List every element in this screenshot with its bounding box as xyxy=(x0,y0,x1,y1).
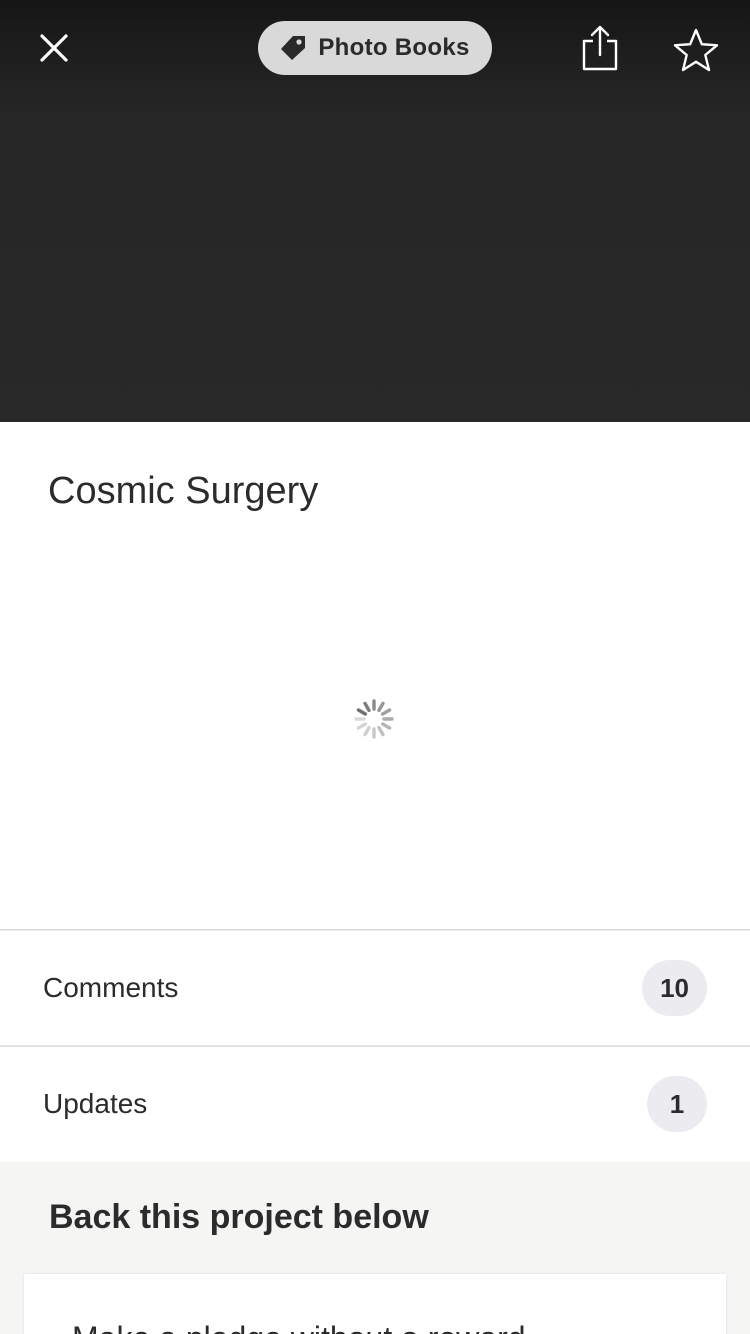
category-label: Photo Books xyxy=(318,34,470,61)
project-page: Photo Books Cosmic Surgery Comments 10 U… xyxy=(0,0,750,1334)
back-project-heading: Back this project below xyxy=(49,1198,429,1236)
pledge-without-reward-card[interactable]: Make a pledge without a reward xyxy=(24,1274,726,1334)
star-button[interactable] xyxy=(664,18,728,82)
close-button[interactable] xyxy=(26,20,82,76)
comments-row[interactable]: Comments 10 xyxy=(0,931,750,1045)
pledge-without-reward-text: Make a pledge without a reward xyxy=(72,1320,526,1334)
comments-count-badge: 10 xyxy=(642,960,707,1016)
updates-row[interactable]: Updates 1 xyxy=(0,1047,750,1161)
project-title: Cosmic Surgery xyxy=(48,470,319,512)
star-icon xyxy=(673,28,719,72)
close-icon xyxy=(40,34,68,62)
comments-label: Comments xyxy=(43,972,179,1003)
project-video-area[interactable]: Photo Books xyxy=(0,0,750,422)
share-icon xyxy=(582,25,618,71)
updates-count-badge: 1 xyxy=(647,1076,707,1132)
tag-icon xyxy=(281,36,306,60)
share-button[interactable] xyxy=(570,18,630,78)
back-project-section: Back this project below Make a pledge wi… xyxy=(0,1162,750,1334)
category-tag-button[interactable]: Photo Books xyxy=(258,21,492,75)
updates-label: Updates xyxy=(43,1088,148,1119)
loading-spinner-icon xyxy=(354,699,394,739)
